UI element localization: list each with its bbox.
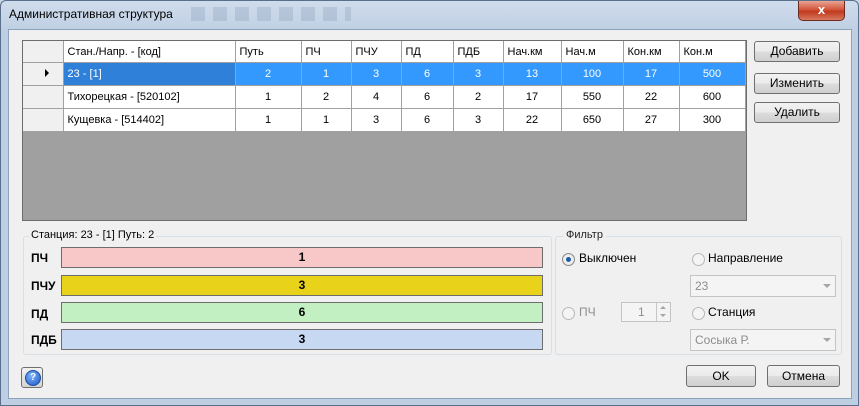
cell[interactable]: 100 bbox=[561, 62, 624, 86]
column-header[interactable]: ПД bbox=[401, 41, 454, 63]
station-select[interactable]: Сосыка Р. bbox=[690, 329, 836, 351]
pdb-label: ПДБ bbox=[31, 333, 57, 347]
direction-radio[interactable] bbox=[692, 253, 705, 266]
pch-radio[interactable] bbox=[562, 307, 575, 320]
cell[interactable]: 3 bbox=[351, 62, 402, 86]
cell[interactable]: 600 bbox=[679, 85, 746, 109]
grid-table: Стан./Напр. - [код] Путь ПЧ ПЧУ ПД ПДБ Н… bbox=[23, 41, 746, 132]
help-question-icon: ? bbox=[25, 370, 41, 386]
title-bar-ghost-icons bbox=[191, 7, 351, 21]
cell[interactable]: 17 bbox=[503, 85, 562, 109]
row-header[interactable] bbox=[23, 85, 64, 109]
stepper-buttons[interactable] bbox=[656, 303, 670, 321]
title-bar[interactable]: Административная структура x bbox=[1, 1, 858, 27]
cell[interactable]: 1 bbox=[301, 62, 352, 86]
cell[interactable]: 2 bbox=[301, 85, 352, 109]
cell[interactable]: Тихорецкая - [520102] bbox=[63, 85, 236, 109]
station-radio[interactable] bbox=[692, 307, 705, 320]
add-button[interactable]: Добавить bbox=[754, 41, 840, 62]
column-header[interactable]: Кон.км bbox=[623, 41, 680, 63]
cell[interactable]: 22 bbox=[503, 108, 562, 132]
chevron-down-icon bbox=[823, 284, 831, 288]
cell[interactable]: 13 bbox=[503, 62, 562, 86]
cell[interactable]: 500 bbox=[679, 62, 746, 86]
row-header[interactable] bbox=[23, 62, 64, 86]
cell[interactable]: 2 bbox=[453, 85, 504, 109]
ok-button[interactable]: OK bbox=[686, 365, 756, 387]
window-title: Административная структура bbox=[9, 7, 173, 21]
stepper-down-icon[interactable] bbox=[660, 314, 666, 317]
pdb-value-bar: 3 bbox=[61, 329, 543, 350]
station-title: Станция: 23 - [1] Путь: 2 bbox=[29, 229, 157, 241]
pchu-label: ПЧУ bbox=[31, 279, 56, 293]
column-header[interactable]: Нач.км bbox=[503, 41, 562, 63]
filter-off-radio[interactable] bbox=[562, 253, 575, 266]
row-header[interactable] bbox=[23, 108, 64, 132]
chevron-down-icon bbox=[823, 338, 831, 342]
pch-stepper-value: 1 bbox=[638, 305, 645, 319]
cell[interactable]: 1 bbox=[235, 85, 302, 109]
cell[interactable]: 17 bbox=[623, 62, 680, 86]
dialog-window: Административная структура x Стан./Напр.… bbox=[0, 0, 859, 406]
column-header[interactable]: Кон.м bbox=[679, 41, 746, 63]
cell[interactable]: 650 bbox=[561, 108, 624, 132]
column-header[interactable]: ПЧ bbox=[301, 41, 352, 63]
direction-label[interactable]: Направление bbox=[708, 251, 783, 265]
cancel-button[interactable]: Отмена bbox=[767, 365, 840, 387]
column-header[interactable]: Путь bbox=[235, 41, 302, 63]
station-radio-label[interactable]: Станция bbox=[708, 305, 755, 319]
table-row[interactable]: Кущевка - [514402] 1 1 3 6 3 22 650 27 3… bbox=[23, 108, 746, 132]
direction-select[interactable]: 23 bbox=[690, 275, 836, 297]
cell[interactable]: Кущевка - [514402] bbox=[63, 108, 236, 132]
column-header[interactable]: ПДБ bbox=[453, 41, 504, 63]
cell[interactable]: 3 bbox=[453, 108, 504, 132]
pd-value-bar: 6 bbox=[61, 302, 543, 323]
cell[interactable]: 1 bbox=[235, 108, 302, 132]
close-button[interactable]: x bbox=[798, 1, 845, 21]
column-header[interactable]: ПЧУ bbox=[351, 41, 402, 63]
pchu-value-bar: 3 bbox=[61, 275, 543, 296]
cell[interactable]: 300 bbox=[679, 108, 746, 132]
pch-number-stepper[interactable]: 1 bbox=[621, 302, 671, 322]
cell[interactable]: 1 bbox=[301, 108, 352, 132]
column-header[interactable]: Нач.м bbox=[561, 41, 624, 63]
pch-label: ПЧ bbox=[31, 251, 49, 265]
station-select-value: Сосыка Р. bbox=[695, 333, 750, 347]
cell[interactable]: 6 bbox=[401, 62, 454, 86]
cell[interactable]: 4 bbox=[351, 85, 402, 109]
cell[interactable]: 2 bbox=[235, 62, 302, 86]
stepper-up-icon[interactable] bbox=[660, 306, 666, 309]
cell[interactable]: 27 bbox=[623, 108, 680, 132]
column-header[interactable]: Стан./Напр. - [код] bbox=[63, 41, 236, 63]
filter-off-label[interactable]: Выключен bbox=[579, 251, 636, 265]
help-button[interactable]: ? bbox=[21, 367, 43, 388]
pd-label: ПД bbox=[31, 307, 49, 321]
filter-title: Фильтр bbox=[563, 229, 606, 241]
table-row-selected[interactable]: 23 - [1] 2 1 3 6 3 13 100 17 500 bbox=[23, 62, 746, 86]
cell[interactable]: 550 bbox=[561, 85, 624, 109]
delete-button[interactable]: Удалить bbox=[754, 102, 840, 123]
cell[interactable]: 3 bbox=[351, 108, 402, 132]
cell[interactable]: 23 - [1] bbox=[63, 62, 236, 86]
cell[interactable]: 6 bbox=[401, 108, 454, 132]
pch-value-bar: 1 bbox=[61, 247, 543, 268]
structure-grid[interactable]: Стан./Напр. - [код] Путь ПЧ ПЧУ ПД ПДБ Н… bbox=[22, 40, 747, 221]
pch-radio-label[interactable]: ПЧ bbox=[579, 305, 596, 319]
grid-header-row: Стан./Напр. - [код] Путь ПЧ ПЧУ ПД ПДБ Н… bbox=[23, 41, 746, 63]
dialog-client-area: Стан./Напр. - [код] Путь ПЧ ПЧУ ПД ПДБ Н… bbox=[8, 29, 852, 399]
edit-button[interactable]: Изменить bbox=[754, 73, 840, 94]
grid-corner bbox=[23, 41, 64, 63]
current-row-arrow-icon bbox=[45, 69, 50, 77]
cell[interactable]: 3 bbox=[453, 62, 504, 86]
cell[interactable]: 22 bbox=[623, 85, 680, 109]
direction-select-value: 23 bbox=[695, 279, 709, 293]
table-row[interactable]: Тихорецкая - [520102] 1 2 4 6 2 17 550 2… bbox=[23, 85, 746, 109]
cell[interactable]: 6 bbox=[401, 85, 454, 109]
